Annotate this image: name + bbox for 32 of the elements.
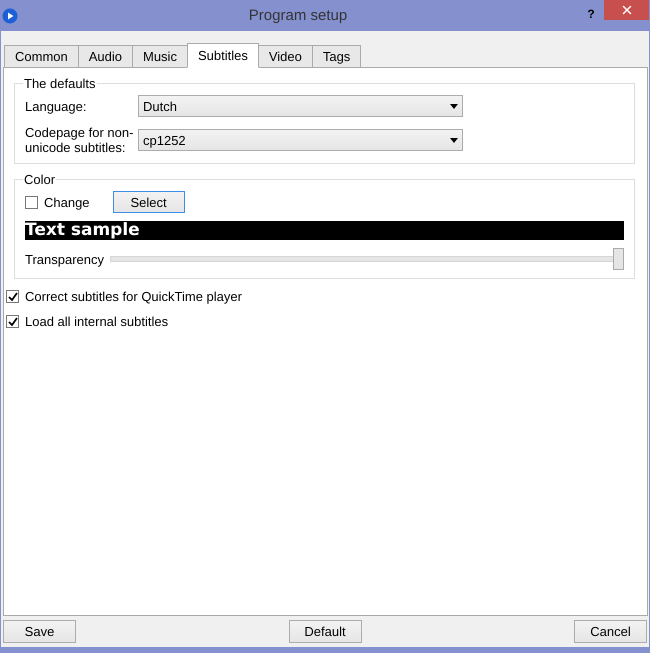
group-title: The defaults bbox=[23, 76, 97, 91]
slider-thumb[interactable] bbox=[613, 248, 624, 270]
field-label: Codepage for non-unicode subtitles: bbox=[25, 125, 134, 155]
play-icon bbox=[2, 8, 18, 24]
checkbox[interactable] bbox=[6, 290, 19, 303]
group-title: Color bbox=[23, 172, 56, 187]
tab[interactable]: Audio bbox=[78, 45, 133, 67]
caret-icon bbox=[450, 104, 458, 108]
checkbox[interactable] bbox=[6, 315, 19, 328]
select-button[interactable]: Select bbox=[112, 191, 185, 213]
dropdown[interactable]: cp1252 bbox=[138, 129, 463, 151]
tab[interactable]: Video bbox=[258, 45, 313, 67]
dropdown[interactable]: Dutch bbox=[138, 95, 463, 117]
checkbox-label: Change bbox=[44, 194, 90, 210]
tab[interactable]: Common bbox=[4, 45, 79, 67]
tab[interactable]: Subtitles bbox=[186, 43, 259, 68]
caret-icon bbox=[450, 138, 458, 142]
checkbox-label: Load all internal subtitles bbox=[25, 314, 168, 329]
help-button[interactable]: ? bbox=[578, 4, 604, 24]
close-button[interactable] bbox=[604, 0, 649, 20]
cancel-button[interactable]: Cancel bbox=[574, 620, 647, 643]
checkbox[interactable] bbox=[25, 196, 38, 208]
save-button[interactable]: Save bbox=[3, 620, 76, 643]
text-sample: Text sample bbox=[25, 221, 624, 240]
slider[interactable] bbox=[110, 248, 624, 270]
window-title: Program setup bbox=[248, 7, 348, 24]
slider-label: Transparency bbox=[25, 252, 104, 266]
tab[interactable]: Tags bbox=[312, 45, 362, 67]
checkbox-label: Correct subtitles for QuickTime player bbox=[25, 289, 242, 304]
field-label: Language: bbox=[25, 98, 88, 114]
default-button[interactable]: Default bbox=[288, 620, 362, 643]
tab[interactable]: Music bbox=[132, 45, 188, 67]
